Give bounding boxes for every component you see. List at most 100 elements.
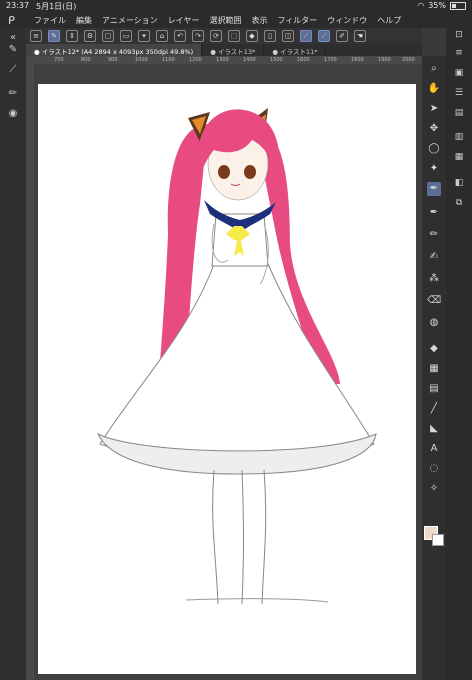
brush-icon[interactable]: ✍ — [427, 250, 441, 264]
pen-settings-icon[interactable]: ✎ — [6, 44, 20, 58]
ruler-mark: 1700 — [324, 57, 337, 63]
menu-window[interactable]: ウィンドウ — [327, 15, 367, 26]
hand-tool-icon[interactable]: ✋ — [427, 82, 441, 96]
pen-icon[interactable]: ✒ — [427, 206, 441, 220]
menu-help[interactable]: ヘルプ — [377, 15, 401, 26]
navigator-icon[interactable]: ▣ — [452, 68, 466, 82]
perspective-snap-icon[interactable]: ⟋ — [318, 30, 330, 42]
status-bar: 23:37 5月1日(日) ◠ 35% — [0, 0, 472, 12]
balloon-icon[interactable]: ◌ — [427, 462, 441, 476]
layer-panel-icon[interactable]: ≡ — [452, 48, 466, 62]
ruler-mark: 1900 — [378, 57, 391, 63]
color-panel-icon[interactable]: ▦ — [452, 152, 466, 166]
status-date: 5月1日(日) — [36, 2, 77, 11]
brush-size-icon[interactable]: ✏ — [6, 88, 20, 102]
hand-icon[interactable]: ☚ — [354, 30, 366, 42]
opacity-icon[interactable]: ◉ — [6, 108, 20, 122]
menu-list: ファイル 編集 アニメーション レイヤー 選択範囲 表示 フィルター ウィンドウ… — [34, 15, 401, 26]
magic-wand-icon[interactable]: ✦ — [427, 162, 441, 176]
menu-layer[interactable]: レイヤー — [168, 15, 200, 26]
illustration-anime-girl — [96, 108, 377, 605]
blend-icon[interactable]: ◍ — [427, 316, 441, 330]
menu-view[interactable]: 表示 — [251, 15, 267, 26]
status-time: 23:37 — [6, 1, 30, 10]
transform-icon[interactable]: ⬚ — [228, 30, 240, 42]
move-icon[interactable]: ✥ — [427, 122, 441, 136]
ruler-horizontal: 700 800 900 1000 1100 1200 1300 1400 150… — [34, 56, 422, 64]
right-panel: ⊡ ≡ ▣ ☰ ▤ ▥ ▦ ◧ ⧉ — [446, 28, 472, 680]
sub-tool-icon[interactable]: ☰ — [452, 88, 466, 102]
material-icon[interactable]: ▥ — [452, 132, 466, 146]
mask-icon[interactable]: ◫ — [282, 30, 294, 42]
gradient-icon[interactable]: ▦ — [427, 362, 441, 376]
quick-access-icon[interactable]: ✎ — [48, 30, 60, 42]
ruler-tool-icon[interactable]: ⟋ — [6, 64, 20, 78]
menu-toggle-icon[interactable]: ≡ — [30, 30, 42, 42]
sub-color-swatch[interactable] — [432, 534, 444, 546]
ruler-mark: 1600 — [297, 57, 310, 63]
ruler-snap-icon[interactable]: ⟋ — [300, 30, 312, 42]
left-panel: « ✎ ⟋ ✏ ◉ — [0, 28, 26, 680]
clear-icon[interactable]: ▯ — [264, 30, 276, 42]
menu-filter[interactable]: フィルター — [277, 15, 317, 26]
text-icon[interactable]: A — [427, 442, 441, 456]
zoom-icon[interactable]: ⌕ — [427, 62, 441, 76]
menu-selection[interactable]: 選択範囲 — [209, 15, 241, 26]
tab-illust-13[interactable]: ● イラスト13* — [202, 44, 265, 56]
tab-illust-12[interactable]: ● イラスト12* (A4 2894 x 4093px 350dpi 49.8%… — [26, 44, 203, 56]
ruler-mark: 1200 — [189, 57, 202, 63]
command-bar: ≡ ✎ ⇕ ⚙ ▢ ▭ ▾ ⌂ ↶ ↷ ⟳ ⬚ ◆ ▯ ◫ ⟋ ⟋ ✐ ☚ — [26, 28, 422, 44]
airbrush-icon[interactable]: ⁂ — [427, 272, 441, 286]
eraser-icon[interactable]: ⌫ — [427, 294, 441, 308]
tool-panel: ⌕ ✋ ➤ ✥ ◯ ✦ ✒ ✒ ✏ ✍ ⁂ ⌫ ◍ ◆ ▦ ▤ ╱ ◣ A ◌ … — [422, 56, 446, 680]
open-file-icon[interactable]: ▭ — [120, 30, 132, 42]
eyedropper-icon[interactable]: ✒ — [427, 182, 441, 196]
lasso-icon[interactable]: ◯ — [427, 142, 441, 156]
ruler-mark: 900 — [108, 57, 118, 63]
layer-property-icon[interactable]: ◧ — [452, 178, 466, 192]
export-icon[interactable]: ⌂ — [156, 30, 168, 42]
ruler-vertical — [26, 56, 34, 680]
rotate-icon[interactable]: ⟳ — [210, 30, 222, 42]
operation-icon[interactable]: ➤ — [427, 102, 441, 116]
tool-property-icon[interactable]: ▤ — [452, 108, 466, 122]
undo-icon[interactable]: ↶ — [174, 30, 186, 42]
pencil-icon[interactable]: ✏ — [427, 228, 441, 242]
new-file-icon[interactable]: ▢ — [102, 30, 114, 42]
canvas-area[interactable] — [34, 64, 422, 680]
status-right: ◠ 35% — [417, 1, 466, 10]
fill-icon[interactable]: ◆ — [246, 30, 258, 42]
correction-icon[interactable]: ✧ — [427, 482, 441, 496]
redo-icon[interactable]: ↷ — [192, 30, 204, 42]
shape-icon[interactable]: ◣ — [427, 422, 441, 436]
tab-illust-11[interactable]: ● イラスト11* — [264, 44, 327, 56]
ruler-mark: 1800 — [351, 57, 364, 63]
layer-settings-icon[interactable]: ⊡ — [452, 30, 466, 44]
frame-icon[interactable]: ▤ — [427, 382, 441, 396]
save-icon[interactable]: ▾ — [138, 30, 150, 42]
battery-percent: 35% — [428, 1, 446, 10]
wifi-icon: ◠ — [417, 1, 425, 10]
ruler-mark: 800 — [81, 57, 91, 63]
ruler-mark: 1300 — [216, 57, 229, 63]
menu-animation[interactable]: アニメーション — [102, 15, 158, 26]
document-tabs: ● イラスト12* (A4 2894 x 4093px 350dpi 49.8%… — [26, 44, 422, 56]
sort-icon[interactable]: ⇕ — [66, 30, 78, 42]
layers-icon[interactable]: ⧉ — [452, 198, 466, 212]
app-logo-icon[interactable]: ᑭ — [8, 14, 15, 27]
fill-tool-icon[interactable]: ◆ — [427, 342, 441, 356]
ruler-mark: 2000 — [402, 57, 415, 63]
ruler-mark: 1100 — [162, 57, 175, 63]
ruler-mark: 1500 — [270, 57, 283, 63]
menu-bar: ᑭ ファイル 編集 アニメーション レイヤー 選択範囲 表示 フィルター ウィン… — [0, 12, 472, 28]
menu-edit[interactable]: 編集 — [76, 15, 92, 26]
ruler-mark: 1000 — [135, 57, 148, 63]
battery-icon — [450, 1, 466, 10]
brush-snap-icon[interactable]: ✐ — [336, 30, 348, 42]
settings-icon[interactable]: ⚙ — [84, 30, 96, 42]
line-icon[interactable]: ╱ — [427, 402, 441, 416]
ruler-mark: 1400 — [243, 57, 256, 63]
menu-file[interactable]: ファイル — [34, 15, 66, 26]
ruler-mark: 700 — [54, 57, 64, 63]
canvas-paper[interactable] — [38, 84, 416, 674]
